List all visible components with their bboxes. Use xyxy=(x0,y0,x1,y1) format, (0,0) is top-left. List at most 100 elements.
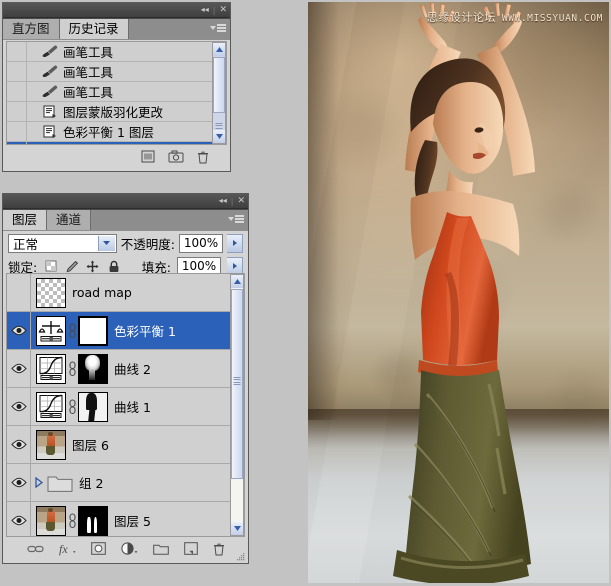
link-mask-chain-icon[interactable] xyxy=(66,513,78,529)
layer-visibility-eye-icon[interactable] xyxy=(7,312,31,349)
blend-mode-select[interactable]: 正常 xyxy=(8,234,117,253)
history-state-row[interactable]: 修改色彩平衡图层 xyxy=(7,142,226,145)
layer-thumbnail[interactable] xyxy=(36,316,66,346)
tab-histogram[interactable]: 直方图 xyxy=(3,19,60,39)
delete-layer-trash-icon[interactable] xyxy=(213,542,225,559)
layer-row[interactable]: 曲线 1 xyxy=(7,388,244,426)
link-layers-icon[interactable] xyxy=(27,544,44,557)
history-state-label: 画笔工具 xyxy=(61,62,113,81)
layer-name[interactable]: 色彩平衡 1 xyxy=(108,321,176,340)
layer-thumbnail[interactable] xyxy=(36,278,66,308)
layer-row[interactable]: 组 2 xyxy=(7,464,244,502)
opacity-input[interactable]: 100% xyxy=(179,234,223,253)
history-snapshot-source-checkbox[interactable] xyxy=(7,62,27,81)
new-layer-icon[interactable] xyxy=(184,542,198,558)
history-state-list[interactable]: 画笔工具画笔工具画笔工具图层蒙版羽化更改色彩平衡 1 图层修改色彩平衡图层 xyxy=(6,41,227,145)
layer-name[interactable]: 图层 5 xyxy=(108,511,151,530)
history-state-label: 画笔工具 xyxy=(61,82,113,101)
history-snapshot-source-checkbox[interactable] xyxy=(7,142,27,145)
layer-list[interactable]: road map 色彩平衡 1 曲线 2 曲线 1 图层 6 组 2 图层 5 xyxy=(6,273,245,537)
tab-history[interactable]: 历史记录 xyxy=(60,19,129,39)
new-snapshot-camera-icon[interactable] xyxy=(168,150,184,166)
layer-row[interactable]: 图层 6 xyxy=(7,426,244,464)
layer-name[interactable]: 组 2 xyxy=(73,473,103,492)
close-icon[interactable]: ✕ xyxy=(237,197,245,205)
scroll-up-arrow-icon[interactable] xyxy=(231,275,243,288)
layer-mask-thumbnail[interactable] xyxy=(78,354,108,384)
layer-mask-thumbnail[interactable] xyxy=(78,316,108,346)
collapse-double-arrow-icon[interactable]: ◂◂ xyxy=(219,197,227,205)
group-expand-arrow-icon[interactable] xyxy=(31,477,45,488)
history-state-row[interactable]: 图层蒙版羽化更改 xyxy=(7,102,226,122)
lock-all-icon[interactable] xyxy=(106,259,121,274)
layer-thumbnail[interactable] xyxy=(36,506,66,536)
layer-visibility-eye-icon[interactable] xyxy=(7,388,31,425)
tab-channels[interactable]: 通道 xyxy=(47,210,91,230)
scroll-up-arrow-icon[interactable] xyxy=(213,43,225,56)
resize-grip-icon[interactable] xyxy=(236,551,245,560)
layer-row[interactable]: 图层 5 xyxy=(7,502,244,537)
layers-panel-titlebar[interactable]: ◂◂ | ✕ xyxy=(3,194,248,209)
tabstrip-filler xyxy=(91,210,248,230)
layer-name[interactable]: 曲线 1 xyxy=(108,397,151,416)
titlebar-divider: | xyxy=(213,6,216,15)
layer-name[interactable]: 图层 6 xyxy=(66,435,109,454)
history-snapshot-source-checkbox[interactable] xyxy=(7,102,27,121)
tab-layers[interactable]: 图层 xyxy=(3,210,47,230)
new-document-from-state-icon[interactable] xyxy=(141,150,155,166)
link-mask-chain-icon[interactable] xyxy=(66,323,78,339)
layer-visibility-eye-icon[interactable] xyxy=(7,350,31,387)
lock-position-icon[interactable] xyxy=(85,259,100,274)
delete-state-trash-icon[interactable] xyxy=(197,150,209,167)
history-panel-menu-icon[interactable] xyxy=(210,22,226,34)
new-group-folder-icon[interactable] xyxy=(153,543,169,558)
layer-name[interactable]: 曲线 2 xyxy=(108,359,151,378)
history-scroll-thumb[interactable] xyxy=(213,57,225,113)
layer-row[interactable]: 曲线 2 xyxy=(7,350,244,388)
layer-row[interactable]: road map xyxy=(7,274,244,312)
history-panel-titlebar[interactable]: ◂◂ | ✕ xyxy=(3,3,230,18)
layers-scrollbar[interactable] xyxy=(230,274,244,536)
layer-thumbnail[interactable] xyxy=(36,354,66,384)
history-snapshot-source-checkbox[interactable] xyxy=(7,82,27,101)
history-snapshot-source-checkbox[interactable] xyxy=(7,42,27,61)
history-panel-tabstrip: 直方图 历史记录 xyxy=(3,18,230,40)
layer-visibility-eye-icon[interactable] xyxy=(7,426,31,463)
history-state-label: 色彩平衡 1 图层 xyxy=(61,122,154,141)
layer-visibility-eye-icon[interactable] xyxy=(7,502,31,537)
history-state-label: 图层蒙版羽化更改 xyxy=(61,102,163,121)
history-panel-footer xyxy=(6,147,227,169)
layer-visibility-eye-icon[interactable] xyxy=(7,464,31,501)
collapse-double-arrow-icon[interactable]: ◂◂ xyxy=(201,6,209,14)
history-state-row[interactable]: 色彩平衡 1 图层 xyxy=(7,122,226,142)
layer-mask-thumbnail[interactable] xyxy=(78,392,108,422)
layer-row[interactable]: 色彩平衡 1 xyxy=(7,312,244,350)
history-snapshot-source-checkbox[interactable] xyxy=(7,122,27,141)
layer-thumbnail[interactable] xyxy=(36,392,66,422)
layer-thumbnail[interactable] xyxy=(36,430,66,460)
lock-image-pixels-icon[interactable] xyxy=(64,259,79,274)
opacity-label: 不透明度: xyxy=(121,234,175,253)
link-mask-chain-icon[interactable] xyxy=(66,361,78,377)
link-mask-chain-icon[interactable] xyxy=(66,399,78,415)
chevron-down-icon[interactable] xyxy=(98,236,115,251)
close-icon[interactable]: ✕ xyxy=(219,6,227,14)
history-panel: ◂◂ | ✕ 直方图 历史记录 画笔工具画笔工具画笔工具图层蒙版羽化更改色彩平衡… xyxy=(2,2,231,172)
layer-mask-thumbnail[interactable] xyxy=(78,506,108,536)
layer-name[interactable]: road map xyxy=(66,285,132,300)
scroll-down-arrow-icon[interactable] xyxy=(231,522,243,535)
lock-transparent-pixels-icon[interactable] xyxy=(43,259,58,274)
opacity-slider-arrow-icon[interactable] xyxy=(227,234,243,253)
new-adjustment-layer-icon[interactable] xyxy=(121,542,138,558)
history-scrollbar[interactable] xyxy=(212,42,226,144)
layers-panel-menu-icon[interactable] xyxy=(228,213,244,225)
history-state-row[interactable]: 画笔工具 xyxy=(7,42,226,62)
history-state-row[interactable]: 画笔工具 xyxy=(7,82,226,102)
layer-state-icon xyxy=(39,145,61,146)
layer-visibility-eye-icon[interactable] xyxy=(7,274,31,311)
history-state-row[interactable]: 画笔工具 xyxy=(7,62,226,82)
layer-style-fx-icon[interactable]: fx xyxy=(59,542,76,559)
scroll-down-arrow-icon[interactable] xyxy=(213,130,225,143)
add-layer-mask-icon[interactable] xyxy=(91,542,106,558)
document-canvas[interactable]: 思缘设计论坛 WWW.MISSYUAN.COM xyxy=(308,2,609,583)
